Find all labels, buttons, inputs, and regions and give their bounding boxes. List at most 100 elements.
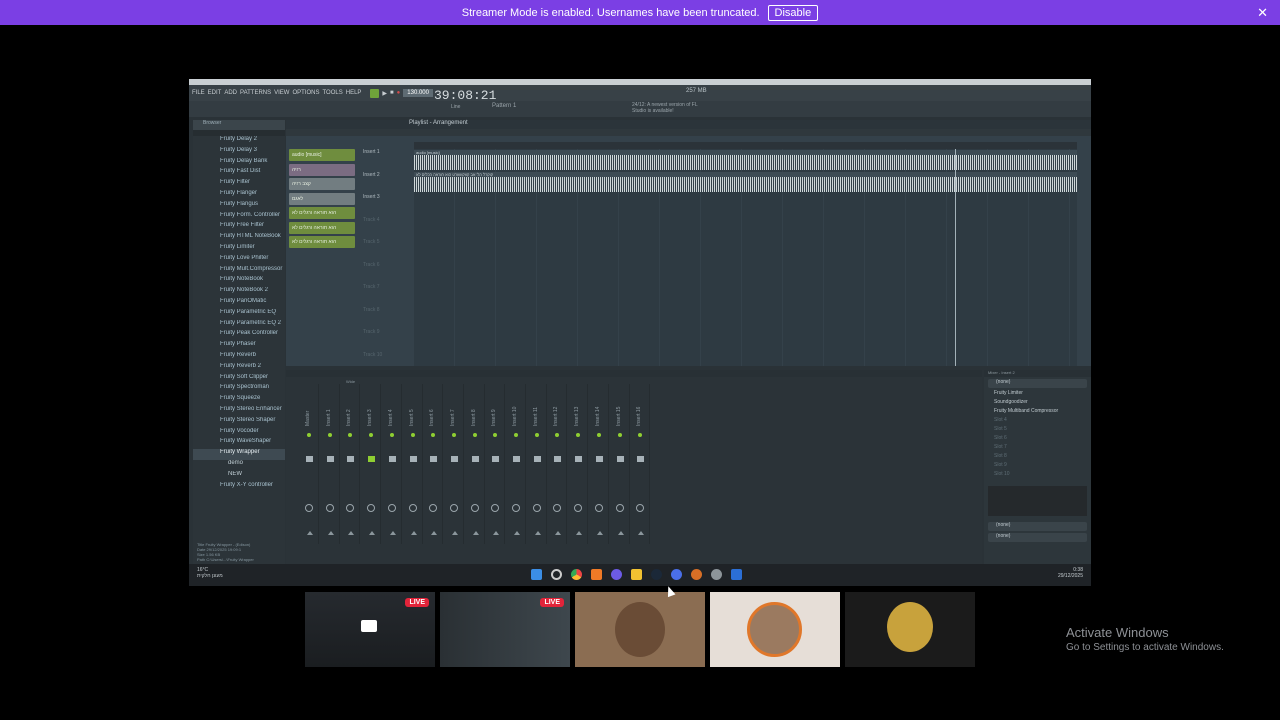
strip-led[interactable]: [576, 433, 581, 437]
browser-item[interactable]: Fruity Limiter: [193, 244, 285, 255]
fx-slot[interactable]: Slot 7: [984, 444, 1091, 453]
close-icon[interactable]: ✕: [1257, 5, 1268, 21]
route-arrow-icon[interactable]: [431, 531, 438, 535]
browser-item[interactable]: Fruity Reverb: [193, 352, 285, 363]
pattern-item[interactable]: הוא חוראה ורגלים לא: [289, 221, 355, 234]
mixer-strip[interactable]: Insert 3: [362, 384, 382, 544]
browser-subitem[interactable]: NEW: [193, 471, 285, 482]
strip-fader[interactable]: [347, 456, 355, 462]
news-ticker[interactable]: 24/12: A newest version of FL Studio is …: [632, 102, 702, 114]
search-icon[interactable]: [551, 569, 562, 580]
route-arrow-icon[interactable]: [327, 531, 334, 535]
track-label[interactable]: Track 8: [360, 307, 413, 330]
mixer-strip[interactable]: Insert 5: [404, 384, 423, 544]
pan-knob[interactable]: [532, 504, 541, 512]
strip-fader[interactable]: [306, 456, 313, 462]
strip-led[interactable]: [410, 433, 415, 437]
strip-fader[interactable]: [575, 456, 583, 462]
strip-led[interactable]: [389, 433, 394, 437]
browser-item[interactable]: Fruity Free Filter: [193, 222, 285, 233]
steam-icon[interactable]: [651, 569, 662, 580]
strip-led[interactable]: [638, 433, 643, 437]
route-arrow-icon[interactable]: [638, 531, 645, 535]
mixer-strip[interactable]: Insert 9: [486, 384, 506, 544]
mixer-strip[interactable]: Insert 4: [383, 384, 402, 544]
mixer-strip[interactable]: Insert 11: [528, 384, 547, 544]
pan-knob[interactable]: [429, 504, 438, 512]
fl-studio-icon[interactable]: [591, 569, 602, 580]
app-icon[interactable]: [691, 569, 702, 580]
strip-led[interactable]: [348, 433, 353, 437]
strip-fader[interactable]: [595, 456, 603, 462]
browser-item[interactable]: Fruity Spectroman: [193, 384, 285, 395]
browser-item[interactable]: Fruity Parametric EQ 2: [193, 320, 285, 331]
strip-fader[interactable]: [637, 456, 645, 462]
strip-fader[interactable]: [326, 456, 334, 462]
strip-fader[interactable]: [554, 456, 562, 462]
fx-out-select-1[interactable]: (none): [988, 522, 1087, 531]
mixer-strip[interactable]: Insert 12: [548, 384, 568, 544]
browser-item[interactable]: Fruity Delay Bank: [193, 158, 285, 169]
system-tray[interactable]: 0:38 29/12/2025: [1058, 567, 1083, 579]
strip-led[interactable]: [514, 433, 518, 437]
pattern-item[interactable]: לאגם: [289, 192, 355, 205]
route-arrow-icon[interactable]: [472, 531, 479, 535]
fx-slot[interactable]: Slot 6: [984, 435, 1091, 444]
route-arrow-icon[interactable]: [596, 531, 603, 535]
stop-icon[interactable]: ■: [390, 90, 394, 96]
browser-item[interactable]: Fruity Vocoder: [193, 428, 285, 439]
browser-item[interactable]: Fruity Love Philter: [193, 255, 285, 266]
settings-icon[interactable]: [711, 569, 722, 580]
start-icon[interactable]: [531, 569, 542, 580]
mixer-strip[interactable]: Insert 6: [424, 384, 444, 544]
mixer-strip[interactable]: Insert 1: [321, 384, 340, 544]
arrangement-grid[interactable]: audio [music] קוקרל הל' אב קוזקוזשרט הוא…: [414, 149, 1077, 366]
fx-slot[interactable]: Slot 10: [984, 471, 1091, 480]
menu-view[interactable]: VIEW: [274, 90, 289, 96]
file-explorer-icon[interactable]: [631, 569, 642, 580]
strip-fader[interactable]: [471, 456, 479, 462]
strip-fader[interactable]: [450, 456, 458, 462]
mixer-strip[interactable]: Master: [300, 384, 319, 544]
menu-edit[interactable]: EDIT: [208, 90, 222, 96]
route-arrow-icon[interactable]: [576, 531, 583, 535]
fx-input-select[interactable]: (none): [988, 379, 1087, 388]
discord-icon[interactable]: [611, 569, 622, 580]
strip-led[interactable]: [493, 433, 498, 437]
pattern-song-toggle[interactable]: [370, 88, 380, 98]
menu-file[interactable]: FILE: [192, 90, 205, 96]
strip-led[interactable]: [327, 433, 332, 437]
weather-widget[interactable]: 16°C מעונן חלקית: [197, 567, 223, 579]
strip-fader[interactable]: [533, 456, 541, 462]
strip-led[interactable]: [534, 433, 539, 437]
fx-slot[interactable]: Soundgoodizer: [984, 399, 1091, 408]
play-icon[interactable]: ▶: [382, 90, 387, 97]
fx-slot[interactable]: Fruity Limiter: [984, 390, 1091, 399]
track-label[interactable]: Track 7: [360, 284, 413, 307]
strip-led[interactable]: [307, 433, 311, 437]
chrome-icon[interactable]: [571, 569, 582, 580]
pattern-selector[interactable]: Pattern 1: [492, 103, 516, 109]
pan-knob[interactable]: [367, 504, 376, 512]
strip-led[interactable]: [472, 433, 477, 437]
playhead[interactable]: [955, 149, 956, 366]
strip-led[interactable]: [617, 433, 622, 437]
eq-curve[interactable]: [988, 486, 1087, 516]
strip-fader[interactable]: [388, 456, 396, 462]
browser-item[interactable]: Fruity Reverb 2: [193, 363, 285, 374]
route-arrow-icon[interactable]: [493, 531, 500, 535]
pattern-item[interactable]: audio [music]: [289, 149, 355, 161]
fx-slot[interactable]: Slot 9: [984, 462, 1091, 471]
pan-knob[interactable]: [408, 504, 417, 512]
mixer-strip[interactable]: Insert 14: [590, 384, 609, 544]
browser-item[interactable]: Fruity Delay 3: [193, 147, 285, 158]
disable-button[interactable]: Disable: [767, 4, 819, 21]
route-arrow-icon[interactable]: [348, 531, 355, 535]
browser-item[interactable]: Fruity NoteBook 2: [193, 287, 285, 298]
pattern-item[interactable]: קצב רזיה: [289, 178, 355, 190]
route-arrow-icon[interactable]: [617, 531, 624, 535]
browser-subitem[interactable]: demo: [193, 460, 285, 471]
route-arrow-icon[interactable]: [534, 531, 541, 535]
track-label[interactable]: Insert 2: [360, 172, 413, 195]
pan-knob[interactable]: [512, 504, 520, 512]
